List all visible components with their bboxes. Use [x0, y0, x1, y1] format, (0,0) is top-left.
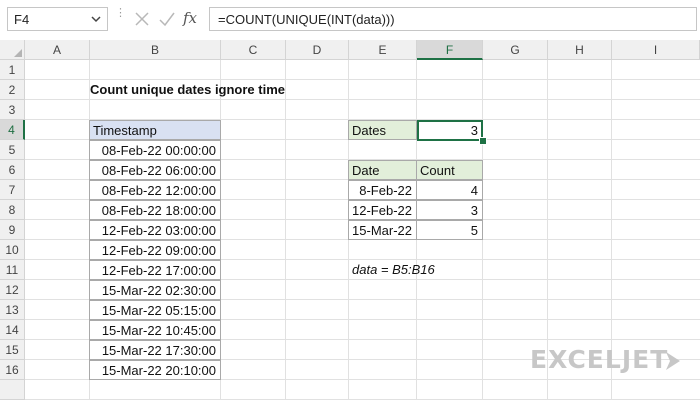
- name-box[interactable]: F4: [7, 7, 108, 31]
- column-header-i[interactable]: I: [612, 40, 700, 60]
- column-header-d[interactable]: D: [286, 40, 349, 60]
- column-headers: A B C D E F G H I: [25, 40, 700, 60]
- count-table-header-count[interactable]: Count: [416, 160, 483, 180]
- timestamp-cell[interactable]: 15-Mar-22 02:30:00: [89, 280, 221, 300]
- column-header-b[interactable]: B: [90, 40, 221, 60]
- count-table-date[interactable]: 12-Feb-22: [348, 200, 417, 220]
- row-header-16[interactable]: 16: [0, 360, 25, 380]
- row-header-4[interactable]: 4: [0, 120, 25, 140]
- timestamp-cell[interactable]: 12-Feb-22 17:00:00: [89, 260, 221, 280]
- row-header-2[interactable]: 2: [0, 80, 25, 100]
- row-header-11[interactable]: 11: [0, 260, 25, 280]
- active-cell-selection: [417, 120, 483, 141]
- row-header-14[interactable]: 14: [0, 320, 25, 340]
- enter-check-icon[interactable]: [158, 10, 176, 28]
- count-table-date[interactable]: 15-Mar-22: [348, 220, 417, 240]
- logo-text: EXCELJET: [530, 345, 669, 374]
- row-header-8[interactable]: 8: [0, 200, 25, 220]
- timestamp-cell[interactable]: 15-Mar-22 20:10:00: [89, 360, 221, 380]
- column-header-g[interactable]: G: [483, 40, 548, 60]
- row-header-5[interactable]: 5: [0, 140, 25, 160]
- row-header-3[interactable]: 3: [0, 100, 25, 120]
- row-header-1[interactable]: 1: [0, 60, 25, 80]
- formula-text: =COUNT(UNIQUE(INT(data))): [218, 12, 395, 27]
- timestamp-cell[interactable]: 15-Mar-22 10:45:00: [89, 320, 221, 340]
- timestamp-header[interactable]: Timestamp: [89, 120, 221, 140]
- row-header-13[interactable]: 13: [0, 300, 25, 320]
- chevron-down-icon[interactable]: [89, 11, 103, 27]
- timestamp-cell[interactable]: 15-Mar-22 05:15:00: [89, 300, 221, 320]
- timestamp-cell[interactable]: 08-Feb-22 18:00:00: [89, 200, 221, 220]
- timestamp-cell[interactable]: 08-Feb-22 12:00:00: [89, 180, 221, 200]
- count-table-date[interactable]: 8-Feb-22: [348, 180, 417, 200]
- column-header-f[interactable]: F: [417, 40, 483, 60]
- column-header-a[interactable]: A: [25, 40, 90, 60]
- count-table-count[interactable]: 5: [416, 220, 483, 240]
- named-range-note: data = B5:B16: [352, 262, 435, 277]
- timestamp-cell[interactable]: 12-Feb-22 03:00:00: [89, 220, 221, 240]
- fill-handle[interactable]: [479, 137, 487, 145]
- formula-bar-grip-icon: ⋮: [115, 7, 126, 19]
- row-header-17[interactable]: [0, 380, 25, 400]
- timestamp-cell[interactable]: 08-Feb-22 06:00:00: [89, 160, 221, 180]
- row-header-7[interactable]: 7: [0, 180, 25, 200]
- count-table-header-date[interactable]: Date: [348, 160, 417, 180]
- exceljet-logo: EXCELJET: [530, 345, 680, 375]
- insert-function-icon[interactable]: fx: [183, 9, 201, 27]
- cancel-icon[interactable]: [133, 10, 151, 28]
- dates-label[interactable]: Dates: [348, 120, 417, 140]
- column-header-h[interactable]: H: [548, 40, 612, 60]
- timestamp-cell[interactable]: 15-Mar-22 17:30:00: [89, 340, 221, 360]
- column-header-c[interactable]: C: [221, 40, 286, 60]
- select-all-button[interactable]: [0, 40, 25, 60]
- name-box-value: F4: [14, 12, 30, 27]
- sheet-title: Count unique dates ignore time: [90, 82, 286, 97]
- row-header-6[interactable]: 6: [0, 160, 25, 180]
- row-header-15[interactable]: 15: [0, 340, 25, 360]
- count-table-count[interactable]: 4: [416, 180, 483, 200]
- row-header-9[interactable]: 9: [0, 220, 25, 240]
- count-table-count[interactable]: 3: [416, 200, 483, 220]
- row-header-10[interactable]: 10: [0, 240, 25, 260]
- timestamp-cell[interactable]: 08-Feb-22 00:00:00: [89, 140, 221, 160]
- column-header-e[interactable]: E: [349, 40, 417, 60]
- formula-bar: F4 ⋮ fx =COUNT(UNIQUE(INT(data))): [0, 0, 700, 41]
- select-all-triangle-icon: [14, 49, 22, 57]
- timestamp-cell[interactable]: 12-Feb-22 09:00:00: [89, 240, 221, 260]
- logo-arrow-icon: [666, 352, 680, 370]
- row-header-12[interactable]: 12: [0, 280, 25, 300]
- formula-input[interactable]: =COUNT(UNIQUE(INT(data))): [209, 7, 697, 31]
